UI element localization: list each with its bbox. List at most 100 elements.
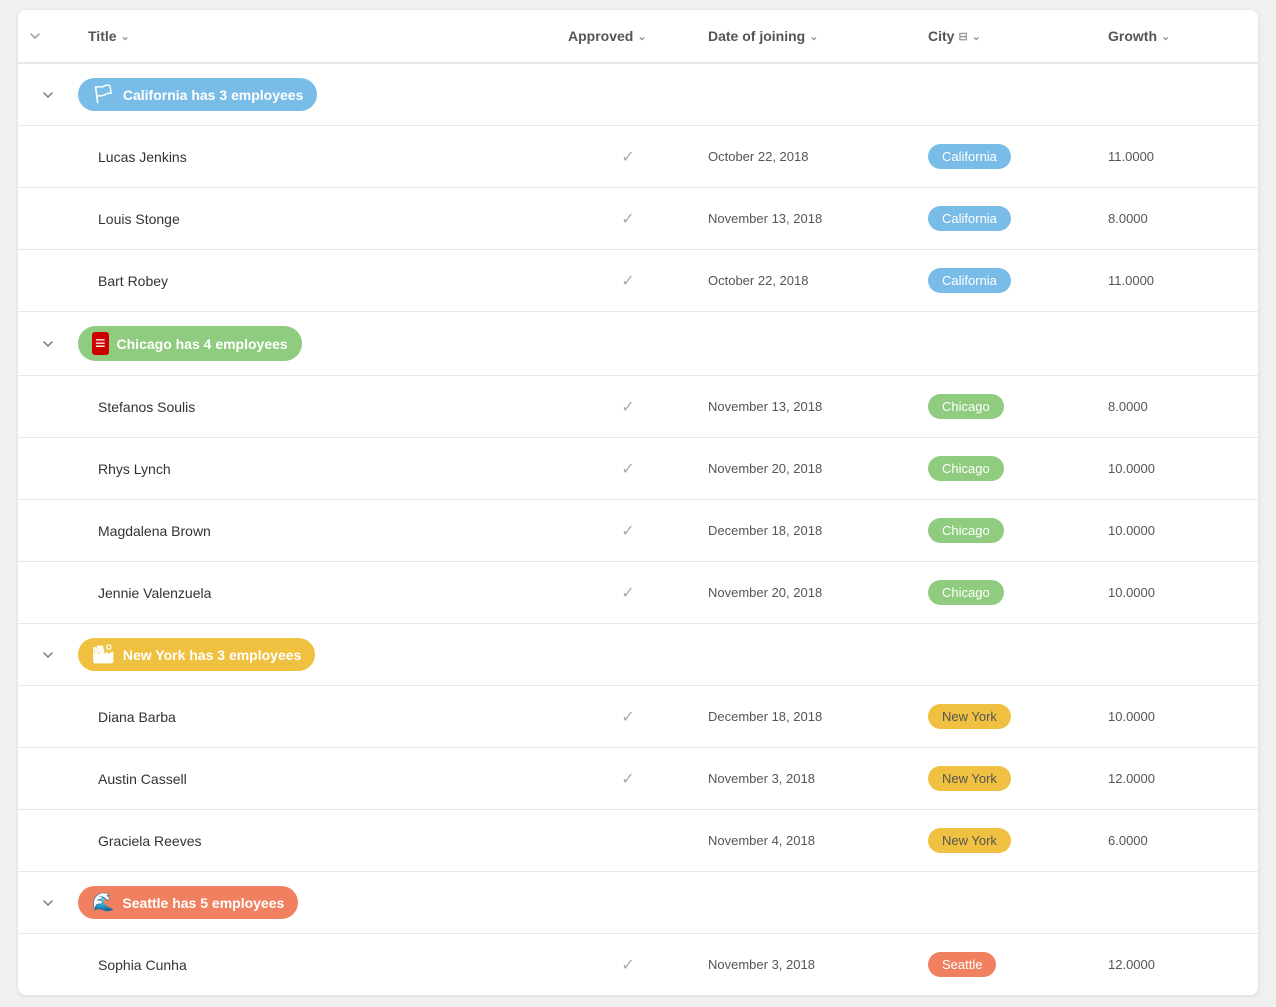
header-city[interactable]: City ⊟ ⌄	[918, 10, 1098, 62]
group-badge-label-seattle: 🌊 Seattle has 5 employees	[78, 886, 298, 919]
group-badge-seattle: 🌊 Seattle has 5 employees	[78, 886, 1258, 919]
group-badge-label-california: 🏳 California has 3 employees	[78, 78, 317, 111]
employee-name: Magdalena Brown	[78, 505, 558, 557]
city-cell: Chicago	[918, 500, 1098, 561]
table-row: Graciela ReevesNovember 4, 2018New York6…	[18, 810, 1258, 872]
city-filter-icon: ⊟	[958, 30, 967, 43]
growth-cell: 10.0000	[1098, 505, 1258, 556]
group-toggle-newyork[interactable]	[18, 648, 78, 662]
table-row: Stefanos Soulis ✓ November 13, 2018Chicago…	[18, 376, 1258, 438]
table-row: Lucas Jenkins✓October 22, 2018 California…	[18, 126, 1258, 188]
growth-cell: 8.0000	[1098, 193, 1258, 244]
checkmark-icon: ✓	[621, 399, 634, 416]
growth-cell: 12.0000	[1098, 939, 1258, 990]
row-toggle-cell	[18, 451, 78, 487]
growth-cell: 10.0000	[1098, 443, 1258, 494]
row-toggle-cell	[18, 513, 78, 549]
chevron-down-icon	[28, 29, 42, 43]
table-row: Bart Robey✓October 22, 2018 California 11.…	[18, 250, 1258, 312]
table-row: Diana Barba✓December 18, 2018New York10.…	[18, 686, 1258, 748]
checkmark-icon: ✓	[621, 771, 634, 788]
city-badge: New York	[928, 704, 1011, 729]
employee-name: Rhys Lynch	[78, 443, 558, 495]
date-cell: November 13, 2018	[698, 381, 918, 432]
group-badge-newyork: 🏙 New York has 3 employees	[78, 638, 1258, 671]
checkmark-icon: ✓	[621, 211, 634, 228]
city-badge: Seattle	[928, 952, 996, 977]
header-date[interactable]: Date of joining ⌄	[698, 10, 918, 62]
employee-name: Lucas Jenkins	[78, 131, 558, 183]
growth-cell: 6.0000	[1098, 815, 1258, 866]
group-toggle-california[interactable]	[18, 88, 78, 102]
approved-cell: ✓	[558, 191, 698, 247]
city-badge: California	[928, 206, 1011, 231]
city-badge: California	[928, 144, 1011, 169]
city-cell: Chicago	[918, 562, 1098, 623]
growth-cell: 11.0000	[1098, 131, 1258, 182]
group-badge-california: 🏳 California has 3 employees	[78, 78, 1258, 111]
city-cell: Chicago	[918, 438, 1098, 499]
checkmark-icon: ✓	[621, 585, 634, 602]
growth-cell: 11.0000	[1098, 255, 1258, 306]
city-cell: California	[918, 126, 1098, 187]
approved-cell: ✓	[558, 565, 698, 621]
approved-cell: ✓	[558, 751, 698, 807]
header-title[interactable]: Title ⌄	[78, 10, 558, 62]
employee-name: Bart Robey	[78, 255, 558, 307]
group-badge-label-newyork: 🏙 New York has 3 employees	[78, 638, 315, 671]
title-sort-icon: ⌄	[121, 30, 130, 43]
city-cell: California	[918, 250, 1098, 311]
city-badge: California	[928, 268, 1011, 293]
city-badge: Chicago	[928, 456, 1004, 481]
group-toggle-seattle[interactable]	[18, 896, 78, 910]
date-cell: December 18, 2018	[698, 691, 918, 742]
city-cell: Seattle	[918, 934, 1098, 995]
group-row-california: 🏳 California has 3 employees	[18, 64, 1258, 126]
table-row: Sophia Cunha✓November 3, 2018Seattle12.0…	[18, 934, 1258, 995]
group-toggle-chicago[interactable]	[18, 337, 78, 351]
city-badge: New York	[928, 766, 1011, 791]
employee-name: Jennie Valenzuela	[78, 567, 558, 619]
city-cell: New York	[918, 748, 1098, 809]
table-row: Rhys Lynch ✓ November 20, 2018 Chicago 10.00…	[18, 438, 1258, 500]
city-cell: New York	[918, 686, 1098, 747]
date-sort-icon: ⌄	[809, 30, 818, 43]
date-cell: November 20, 2018	[698, 443, 918, 494]
row-toggle-cell	[18, 575, 78, 611]
employee-name: Louis Stonge	[78, 193, 558, 245]
growth-cell: 10.0000	[1098, 691, 1258, 742]
date-cell: October 22, 2018	[698, 255, 918, 306]
date-cell: November 4, 2018	[698, 815, 918, 866]
header-approved[interactable]: Approved ⌄	[558, 10, 698, 62]
approved-cell: ✓	[558, 129, 698, 185]
growth-cell: 10.0000	[1098, 567, 1258, 618]
approved-cell: ✓	[558, 253, 698, 309]
table-body: 🏳 California has 3 employees Lucas Jenkin…	[18, 64, 1258, 995]
approved-cell: ✓	[558, 937, 698, 993]
row-toggle-cell	[18, 823, 78, 859]
checkmark-icon: ✓	[621, 957, 634, 974]
row-toggle-cell	[18, 699, 78, 735]
approved-sort-icon: ⌄	[637, 30, 646, 43]
employee-table: Title ⌄ Approved ⌄ Date of joining ⌄ Cit…	[18, 10, 1258, 995]
date-cell: December 18, 2018	[698, 505, 918, 556]
row-toggle-cell	[18, 761, 78, 797]
date-cell: October 22, 2018	[698, 131, 918, 182]
city-cell: Chicago	[918, 376, 1098, 437]
group-badge-chicago: ≡ Chicago has 4 employees	[78, 326, 1258, 361]
approved-cell	[558, 823, 698, 859]
table-row: Louis Stonge✓November 13, 2018California…	[18, 188, 1258, 250]
checkmark-icon: ✓	[621, 709, 634, 726]
checkmark-icon: ✓	[621, 461, 634, 478]
group-row-newyork: 🏙 New York has 3 employees	[18, 624, 1258, 686]
employee-name: Stefanos Soulis	[78, 381, 558, 433]
header-toggle[interactable]	[18, 10, 78, 62]
table-row: Magdalena Brown✓December 18, 2018Chicago…	[18, 500, 1258, 562]
table-header: Title ⌄ Approved ⌄ Date of joining ⌄ Cit…	[18, 10, 1258, 64]
row-toggle-cell	[18, 389, 78, 425]
approved-cell: ✓	[558, 503, 698, 559]
table-row: Jennie Valenzuela✓November 20, 2018Chica…	[18, 562, 1258, 624]
date-cell: November 3, 2018	[698, 939, 918, 990]
city-cell: New York	[918, 810, 1098, 871]
header-growth[interactable]: Growth ⌄	[1098, 10, 1258, 62]
